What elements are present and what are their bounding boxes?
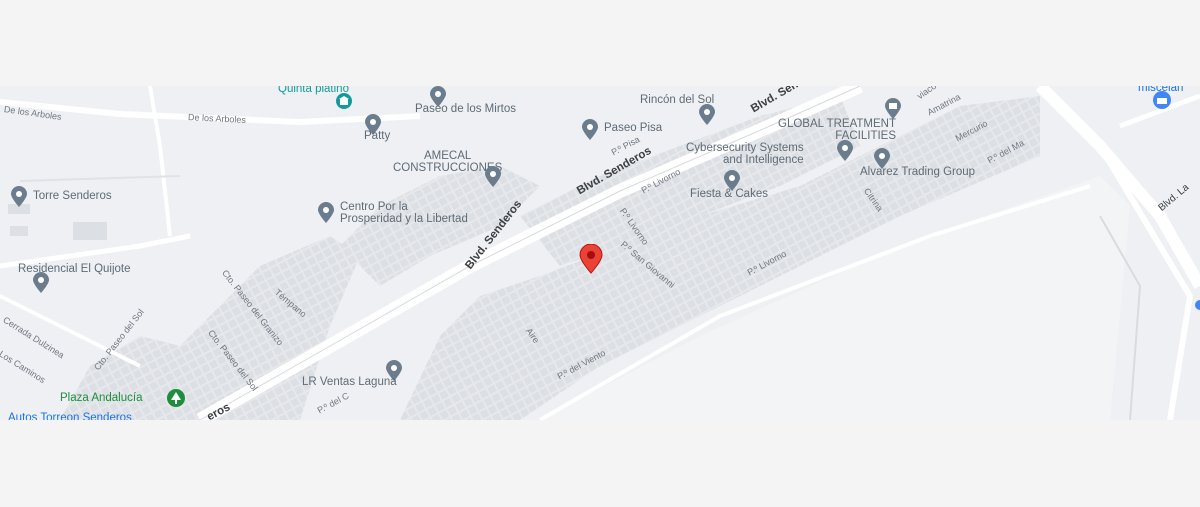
pin-paseo-pisa-icon[interactable] — [581, 119, 599, 141]
pin-centro-prosperidad-icon[interactable] — [317, 202, 335, 224]
poi-paseo-pisa[interactable]: Paseo Pisa — [604, 122, 662, 134]
shop-icon[interactable] — [1152, 90, 1171, 112]
pin-rincon-sol-icon[interactable] — [698, 104, 716, 126]
poi-fiesta-cakes[interactable]: Fiesta & Cakes — [690, 188, 768, 200]
poi-alvarez[interactable]: Alvarez Trading Group — [860, 166, 975, 178]
selected-location-pin-icon[interactable] — [578, 243, 604, 274]
poi-global-treatment[interactable]: GLOBAL TREATMENT FACILITIES — [778, 118, 896, 142]
poi-autos-torreon[interactable]: Autos Torreon Senderos — [8, 412, 132, 420]
poi-paseo-mirtos[interactable]: Paseo de los Mirtos — [415, 103, 516, 115]
pin-amecal-icon[interactable] — [484, 166, 502, 188]
map-view[interactable]: Blvd. Senderos Blvd. Sende Blvd. Sendero… — [0, 86, 1200, 420]
park-icon[interactable] — [166, 388, 185, 410]
poi-plaza-andalucia[interactable]: Plaza Andalucía — [60, 392, 142, 404]
poi-torre-senderos[interactable]: Torre Senderos — [33, 190, 112, 202]
pin-global-treatment-icon[interactable] — [884, 98, 902, 120]
poi-cybersecurity[interactable]: Cybersecurity Systems and Intelligence — [686, 142, 804, 166]
school-icon[interactable] — [335, 92, 353, 114]
edge-marker-icon — [1192, 298, 1200, 310]
poi-patty[interactable]: Patty — [364, 130, 390, 142]
pin-torre-senderos-icon[interactable] — [10, 186, 28, 208]
pin-residencial-quijote-icon[interactable] — [32, 272, 50, 294]
poi-centro-prosperidad[interactable]: Centro Por la Prosperidad y la Libertad — [340, 201, 468, 225]
poi-quinta-platino[interactable]: Quinta platino — [278, 86, 349, 95]
poi-lr-ventas[interactable]: LR Ventas Laguna — [302, 376, 397, 388]
pin-cybersecurity-icon[interactable] — [836, 140, 854, 162]
